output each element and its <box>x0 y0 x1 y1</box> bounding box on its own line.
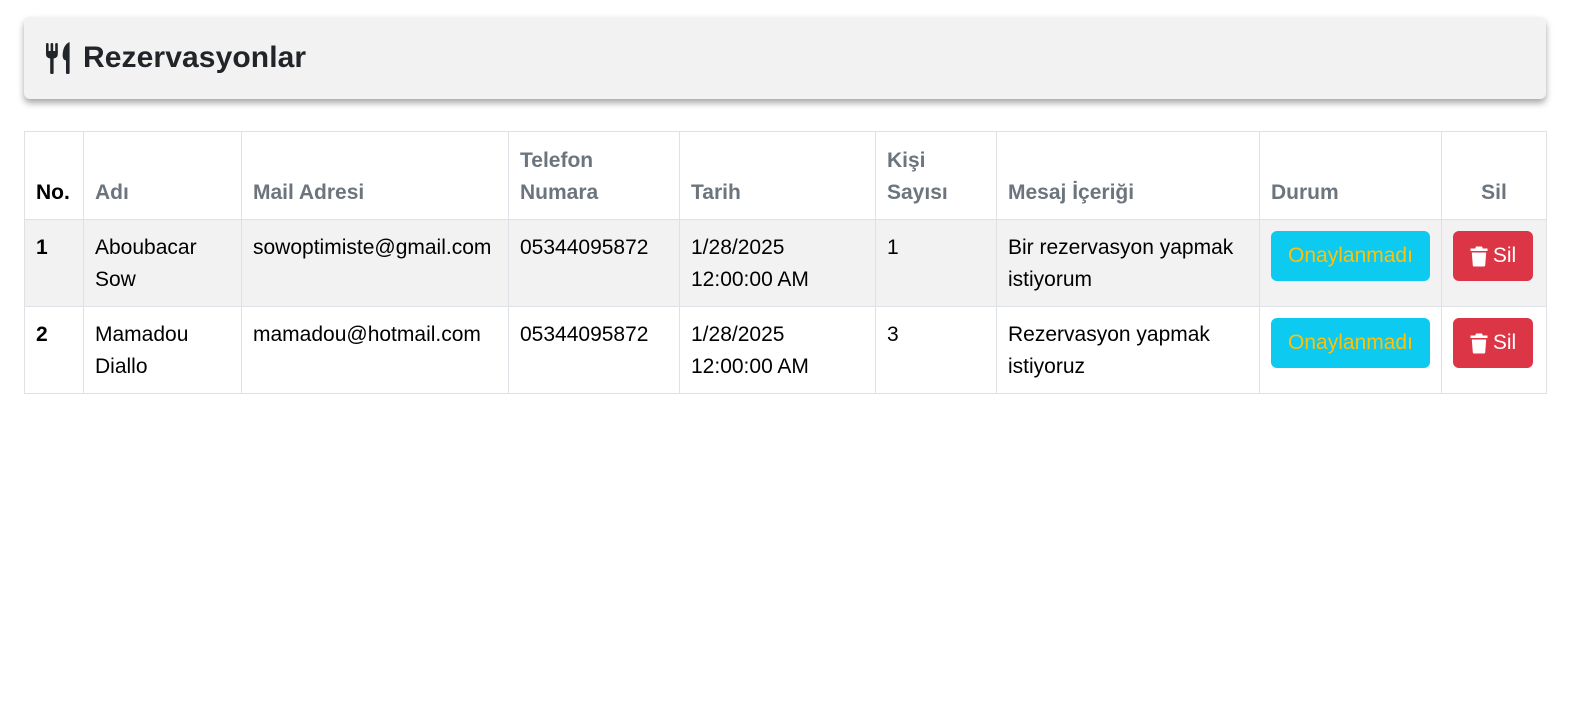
status-button-label: Onaylanmadı <box>1288 244 1413 267</box>
cell-email: mamadou@hotmail.com <box>241 306 509 394</box>
cell-no: 2 <box>24 306 84 394</box>
table-header-row: No. Adı Mail Adresi Telefon Numara Tarih… <box>24 131 1547 220</box>
trash-icon <box>1470 333 1488 353</box>
delete-button[interactable]: Sil <box>1453 231 1533 281</box>
cell-message: Bir rezervasyon yapmak istiyorum <box>996 219 1260 307</box>
header-delete: Sil <box>1441 131 1547 220</box>
utensils-icon <box>46 42 70 74</box>
header-email: Mail Adresi <box>241 131 509 220</box>
page-header: Rezervasyonlar <box>24 17 1546 99</box>
cell-date: 1/28/2025 12:00:00 AM <box>679 306 876 394</box>
trash-icon <box>1470 246 1488 266</box>
cell-guests: 1 <box>875 219 997 307</box>
cell-status: Onaylanmadı <box>1259 306 1442 394</box>
header-no: No. <box>24 131 84 220</box>
reservations-table: No. Adı Mail Adresi Telefon Numara Tarih… <box>24 131 1547 394</box>
cell-phone: 05344095872 <box>508 219 680 307</box>
cell-date: 1/28/2025 12:00:00 AM <box>679 219 876 307</box>
cell-delete: Sil <box>1441 219 1547 307</box>
cell-delete: Sil <box>1441 306 1547 394</box>
header-status: Durum <box>1259 131 1442 220</box>
cell-guests: 3 <box>875 306 997 394</box>
cell-phone: 05344095872 <box>508 306 680 394</box>
header-name: Adı <box>83 131 242 220</box>
header-guests: Kişi Sayısı <box>875 131 997 220</box>
cell-name: Aboubacar Sow <box>83 219 242 307</box>
page-title: Rezervasyonlar <box>83 41 307 74</box>
status-button[interactable]: Onaylanmadı <box>1271 231 1430 281</box>
header-date: Tarih <box>679 131 876 220</box>
cell-name: Mamadou Diallo <box>83 306 242 394</box>
delete-button-label: Sil <box>1492 331 1517 354</box>
cell-email: sowoptimiste@gmail.com <box>241 219 509 307</box>
header-phone: Telefon Numara <box>508 131 680 220</box>
table-row: 2 Mamadou Diallo mamadou@hotmail.com 053… <box>24 306 1547 394</box>
cell-no: 1 <box>24 219 84 307</box>
table-row: 1 Aboubacar Sow sowoptimiste@gmail.com 0… <box>24 219 1547 307</box>
delete-button[interactable]: Sil <box>1453 318 1533 368</box>
status-button[interactable]: Onaylanmadı <box>1271 318 1430 368</box>
cell-status: Onaylanmadı <box>1259 219 1442 307</box>
cell-message: Rezervasyon yapmak istiyoruz <box>996 306 1260 394</box>
header-message: Mesaj İçeriği <box>996 131 1260 220</box>
status-button-label: Onaylanmadı <box>1288 331 1413 354</box>
delete-button-label: Sil <box>1492 244 1517 267</box>
